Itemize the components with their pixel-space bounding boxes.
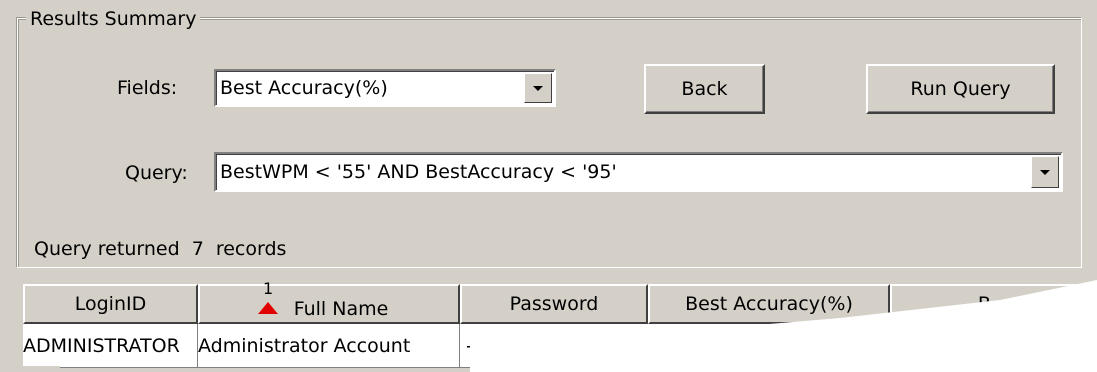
- status-suffix: records: [215, 238, 287, 260]
- status-count: 7: [191, 238, 204, 260]
- results-summary-title: Results Summary: [26, 8, 201, 30]
- fields-dropdown-button[interactable]: [524, 73, 552, 103]
- fields-label: Fields:: [117, 77, 178, 99]
- sort-ascending-icon: [258, 302, 278, 314]
- chevron-down-icon: [533, 85, 543, 91]
- query-select[interactable]: BestWPM < '55' AND BestAccuracy < '95': [214, 152, 1063, 192]
- back-button[interactable]: Back: [644, 64, 765, 114]
- column-header-full-name-label: Full Name: [293, 298, 389, 320]
- status-prefix: Query returned: [34, 238, 180, 260]
- query-select-value: BestWPM < '55' AND BestAccuracy < '95': [220, 161, 617, 183]
- sort-order-number: 1: [263, 279, 274, 298]
- query-dropdown-button[interactable]: [1031, 156, 1059, 188]
- fields-select-value: Best Accuracy(%): [220, 77, 388, 99]
- results-summary-group: [17, 18, 1082, 268]
- column-header-loginid[interactable]: LoginID: [23, 284, 198, 324]
- query-status: Query returned 7 records: [34, 237, 286, 261]
- column-header-full-name[interactable]: Full Name: [198, 284, 460, 324]
- column-header-best-accuracy[interactable]: Best Accuracy(%): [648, 284, 890, 324]
- fields-select[interactable]: Best Accuracy(%): [214, 69, 556, 107]
- query-label: Query:: [125, 162, 188, 184]
- cell-full-name[interactable]: Administrator Account: [198, 324, 460, 368]
- cell-loginid[interactable]: ADMINISTRATOR: [23, 324, 198, 368]
- run-query-button[interactable]: Run Query: [866, 64, 1055, 114]
- chevron-down-icon: [1040, 169, 1050, 175]
- column-header-next[interactable]: B...: [890, 284, 1097, 324]
- column-header-password[interactable]: Password: [460, 284, 648, 324]
- cell-password[interactable]: -: [460, 324, 1097, 368]
